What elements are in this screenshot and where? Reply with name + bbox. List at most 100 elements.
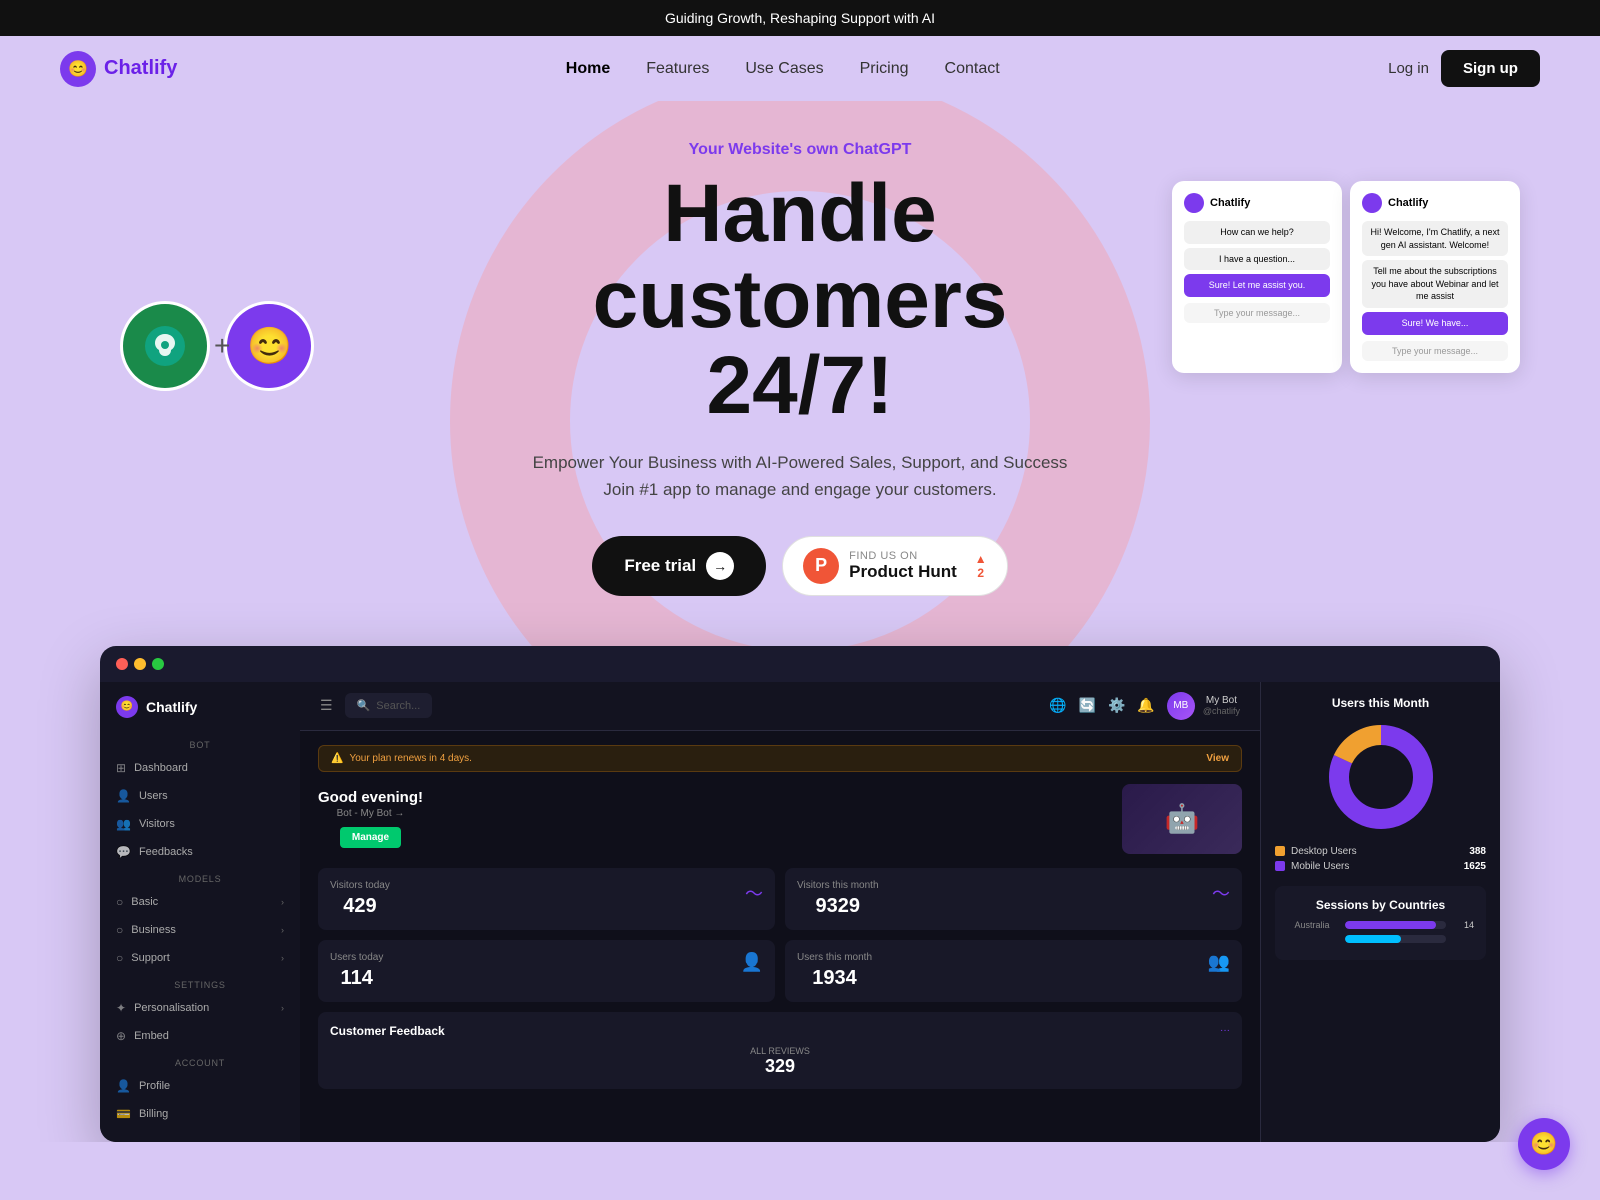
sidebar-section-bot: BOT <box>100 732 300 754</box>
sidebar-section-account: ACCOUNT <box>100 1050 300 1072</box>
sidebar-item-business[interactable]: ○ Business › <box>100 916 300 944</box>
billing-icon: 💳 <box>116 1107 131 1121</box>
search-placeholder: Search... <box>376 700 420 712</box>
sidebar-item-embed[interactable]: ⊕ Embed <box>100 1022 300 1050</box>
feedback-title: Customer Feedback <box>330 1024 445 1038</box>
mobile-dot <box>1275 861 1285 871</box>
chat-widget-icon: 😊 <box>1530 1131 1557 1157</box>
greeting-sub: Bot - My Bot → <box>318 808 423 819</box>
greeting-title: Good evening! <box>318 789 423 806</box>
sidebar-item-visitors[interactable]: 👥 Visitors <box>100 810 300 838</box>
stat-label-2: Visitors this month <box>797 880 879 891</box>
alert-text: Your plan renews in 4 days. <box>349 753 472 764</box>
legend-mobile: Mobile Users 1625 <box>1275 861 1486 872</box>
stat-value-3: 114 <box>330 967 383 990</box>
user-avatar: MB <box>1167 692 1195 720</box>
business-icon: ○ <box>116 923 123 937</box>
sidebar-item-users[interactable]: 👤 Users <box>100 782 300 810</box>
hamburger-icon[interactable]: ☰ <box>320 697 333 714</box>
legend-desktop: Desktop Users 388 <box>1275 846 1486 857</box>
sessions-section: Sessions by Countries Australia 14 <box>1275 886 1486 960</box>
alert-bar: ⚠️ Your plan renews in 4 days. View <box>318 745 1242 772</box>
desktop-value: 388 <box>1469 846 1486 857</box>
desktop-dot <box>1275 846 1285 856</box>
user-name: My Bot <box>1203 695 1240 706</box>
manage-button[interactable]: Manage <box>340 827 401 848</box>
feedbacks-icon: 💬 <box>116 845 131 859</box>
globe-icon[interactable]: 🌐 <box>1049 697 1066 714</box>
stat-value-2: 9329 <box>797 895 879 918</box>
feedback-section: Customer Feedback ··· ALL REVIEWS 329 <box>318 1012 1242 1089</box>
product-hunt-button[interactable]: P FIND US ON Product Hunt ▲ 2 <box>782 536 1008 596</box>
top-banner: Guiding Growth, Reshaping Support with A… <box>0 0 1600 36</box>
refresh-icon[interactable]: 🔄 <box>1079 697 1096 714</box>
greeting-section: Good evening! Bot - My Bot → Manage 🤖 <box>318 784 1242 854</box>
stat-value-1: 429 <box>330 895 390 918</box>
bar-row-2 <box>1287 935 1474 943</box>
bar-track-2 <box>1345 935 1446 943</box>
stat-users-today: Users today 114 👤 <box>318 940 775 1002</box>
window-close-dot <box>116 658 128 670</box>
signup-button[interactable]: Sign up <box>1441 50 1540 87</box>
sidebar-item-personalisation[interactable]: ✦ Personalisation › <box>100 994 300 1022</box>
alert-view-button[interactable]: View <box>1206 753 1229 764</box>
bar-val-australia: 14 <box>1454 920 1474 930</box>
logo-icon: 😊 <box>60 51 96 87</box>
dash-logo: 😊 Chatlify <box>100 696 300 732</box>
basic-icon: ○ <box>116 895 123 909</box>
bar-row-australia: Australia 14 <box>1287 920 1474 930</box>
nav-contact[interactable]: Contact <box>945 60 1000 77</box>
arrow-business: › <box>281 925 284 935</box>
donut-chart-container <box>1275 722 1486 832</box>
sidebar-item-profile[interactable]: 👤 Profile <box>100 1072 300 1100</box>
sidebar-item-feedbacks[interactable]: 💬 Feedbacks <box>100 838 300 866</box>
sidebar-item-dashboard[interactable]: ⊞ Dashboard <box>100 754 300 782</box>
users-icon: 👤 <box>116 789 131 803</box>
stats-row: Visitors today 429 〜 Visitors this month <box>318 868 1242 1002</box>
search-bar[interactable]: 🔍 Search... <box>345 693 433 718</box>
bar-fill-2 <box>1345 935 1401 943</box>
arrow-personalisation: › <box>281 1003 284 1013</box>
chat-widget-button[interactable]: 😊 <box>1518 1118 1570 1170</box>
stat-visitors-month: Visitors this month 9329 〜 <box>785 868 1242 930</box>
dashboard-wrapper: 😊 Chatlify BOT ⊞ Dashboard 👤 Users 👥 Vis… <box>100 646 1500 1142</box>
sidebar-item-billing[interactable]: 💳 Billing <box>100 1100 300 1128</box>
login-button[interactable]: Log in <box>1388 60 1429 77</box>
dashboard-main: ☰ 🔍 Search... 🌐 🔄 ⚙️ 🔔 MB <box>300 682 1260 1142</box>
arrow-support: › <box>281 953 284 963</box>
hero-buttons: Free trial → P FIND US ON Product Hunt ▲… <box>60 536 1540 596</box>
feedback-header: Customer Feedback ··· <box>330 1024 1230 1038</box>
sessions-title: Sessions by Countries <box>1287 898 1474 912</box>
stat-icon-3: 👤 <box>741 952 763 973</box>
user-info: MB My Bot @chatlify <box>1167 692 1240 720</box>
nav-logo[interactable]: 😊 Chatlify <box>60 51 177 87</box>
dashboard-right-panel: Users this Month <box>1260 682 1500 1142</box>
free-trial-button[interactable]: Free trial → <box>592 536 766 596</box>
nav-features[interactable]: Features <box>646 60 709 77</box>
navbar: 😊 Chatlify Home Features Use Cases Prici… <box>0 36 1600 101</box>
hero-desc: Empower Your Business with AI-Powered Sa… <box>60 449 1540 503</box>
stat-icon-2: 〜 <box>1212 880 1230 906</box>
stat-users-month: Users this month 1934 👥 <box>785 940 1242 1002</box>
feedback-more-button[interactable]: ··· <box>1220 1025 1230 1036</box>
personalisation-icon: ✦ <box>116 1001 126 1015</box>
dashboard-inner: 😊 Chatlify BOT ⊞ Dashboard 👤 Users 👥 Vis… <box>100 682 1500 1142</box>
nav-usecases[interactable]: Use Cases <box>745 60 823 77</box>
nav-home[interactable]: Home <box>566 60 610 77</box>
dashboard-content: ⚠️ Your plan renews in 4 days. View Good… <box>300 731 1260 1113</box>
window-controls <box>100 646 1500 682</box>
hero-title: Handlecustomers24/7! <box>60 171 1540 429</box>
sidebar-item-support[interactable]: ○ Support › <box>100 944 300 972</box>
nav-pricing[interactable]: Pricing <box>860 60 909 77</box>
window-maximize-dot <box>152 658 164 670</box>
window-minimize-dot <box>134 658 146 670</box>
bell-icon[interactable]: 🔔 <box>1137 697 1154 714</box>
search-icon: 🔍 <box>357 699 371 712</box>
hero-section: + 😊 Chatlify How can we help? I have a q… <box>0 101 1600 1142</box>
sidebar-item-basic[interactable]: ○ Basic › <box>100 888 300 916</box>
greeting-illustration: 🤖 <box>1122 784 1242 854</box>
sidebar-section-models: MODELS <box>100 866 300 888</box>
settings-icon[interactable]: ⚙️ <box>1108 697 1125 714</box>
ph-votes: ▲ 2 <box>975 552 987 580</box>
dashboard-icon: ⊞ <box>116 761 126 775</box>
